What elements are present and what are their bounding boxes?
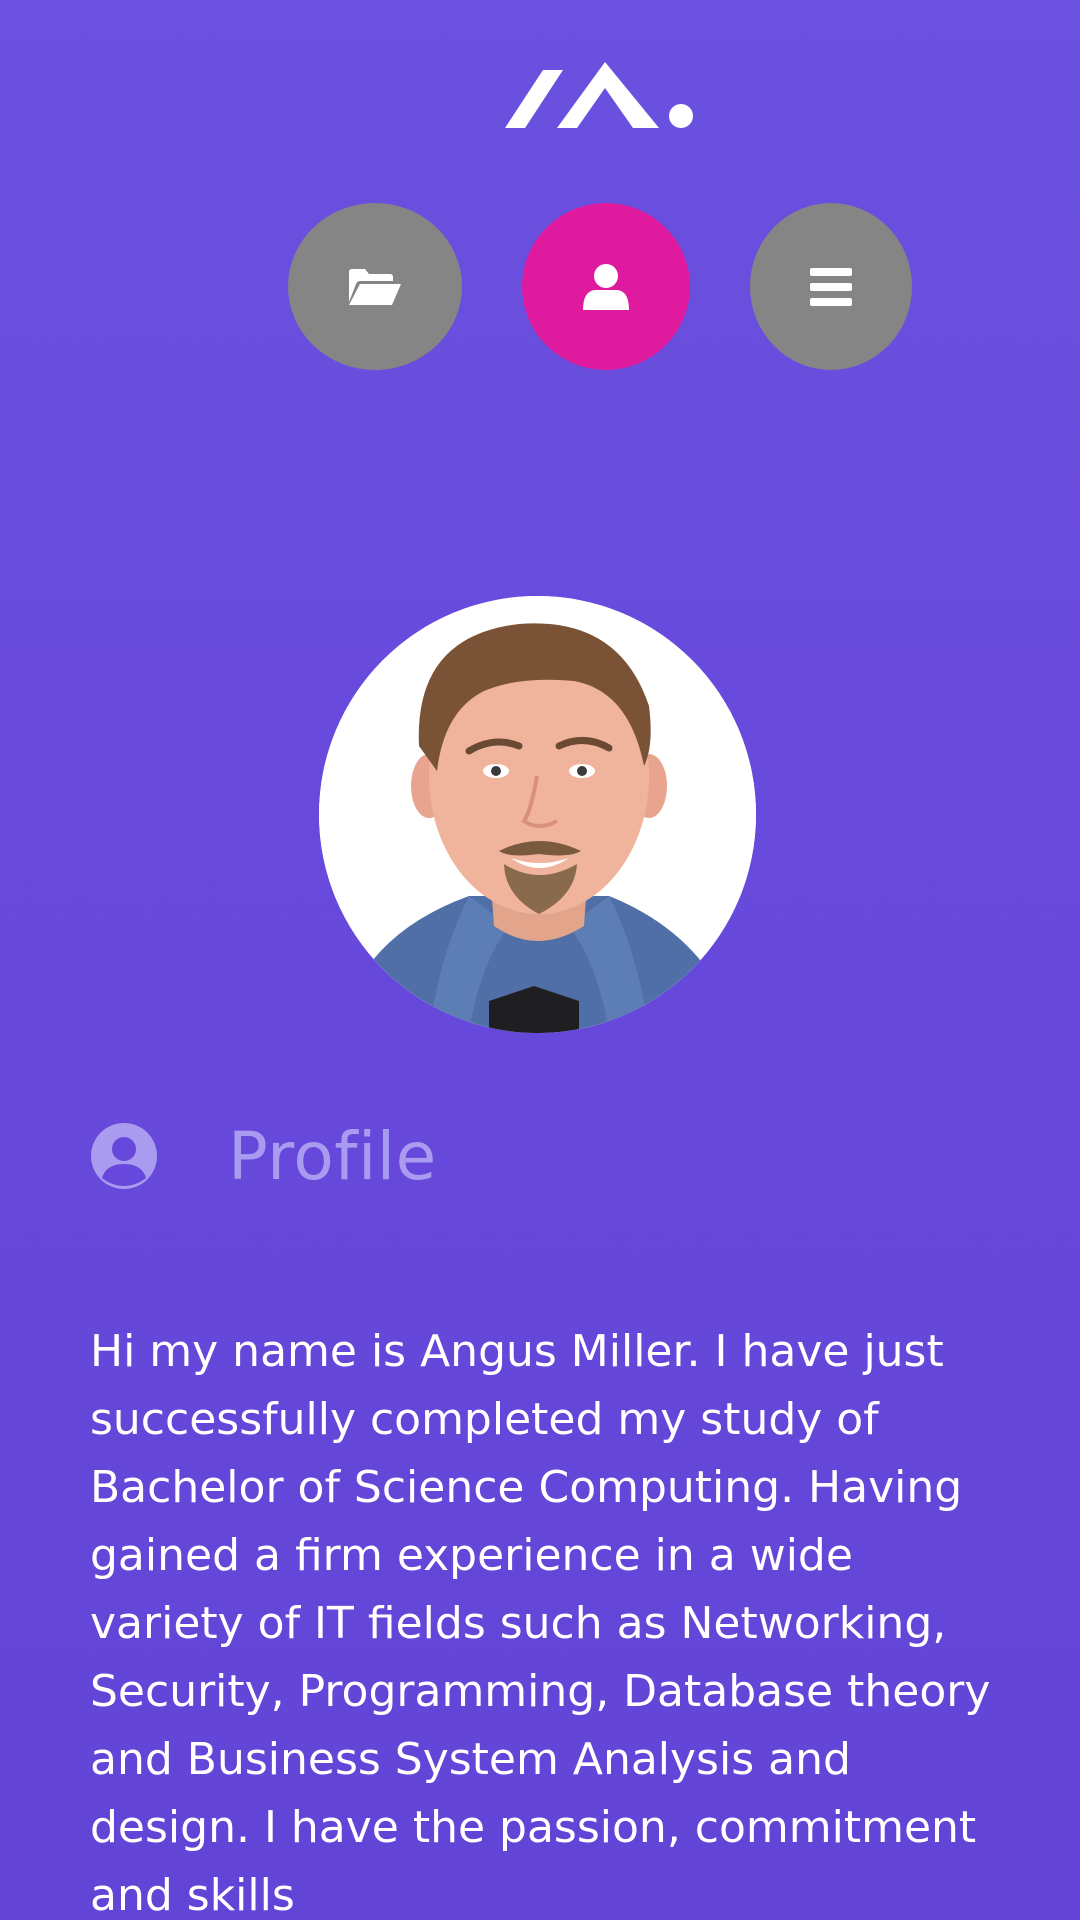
nav-menu-button[interactable] xyxy=(750,203,912,370)
nav-projects-button[interactable] xyxy=(288,203,462,370)
profile-bio: Hi my name is Angus Miller. I have just … xyxy=(90,1326,991,1920)
nav-profile-button[interactable] xyxy=(522,203,690,370)
main-nav xyxy=(0,203,1080,370)
user-icon xyxy=(581,263,631,311)
user-circle-icon xyxy=(90,1122,158,1190)
folder-open-icon xyxy=(347,268,403,306)
profile-heading: Profile xyxy=(228,1117,437,1195)
profile-section-heading: Profile xyxy=(90,1110,437,1202)
menu-icon xyxy=(810,267,852,306)
brand-logo[interactable] xyxy=(505,58,695,130)
profile-photo xyxy=(319,596,756,1033)
